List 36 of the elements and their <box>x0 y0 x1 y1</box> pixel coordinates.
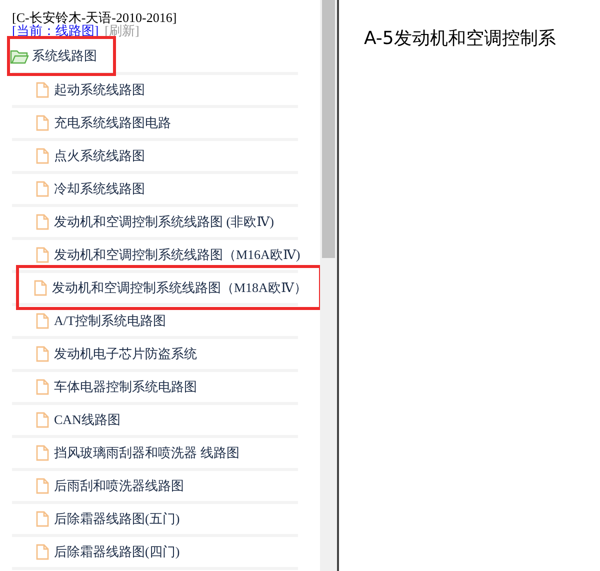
folder-icon <box>10 48 29 64</box>
document-icon <box>36 445 49 461</box>
document-icon <box>34 280 47 296</box>
tree-item[interactable]: 发动机和空调控制系统线路图（M16A欧Ⅳ) <box>36 240 306 270</box>
tree-item[interactable]: 后雨刮和喷洗器线路图 <box>36 471 190 501</box>
document-icon <box>36 82 49 98</box>
tree-item[interactable]: 起动系统线路图 <box>36 75 151 105</box>
document-icon <box>36 511 49 527</box>
document-icon <box>36 247 49 263</box>
tree-item[interactable]: 车体电器控制系统电路图 <box>36 372 203 402</box>
document-icon <box>36 115 49 131</box>
scrollbar[interactable] <box>320 0 339 571</box>
document-icon <box>36 478 49 494</box>
document-icon <box>36 412 49 428</box>
diagram-title: A-5发动机和空调控制系 <box>364 27 557 50</box>
tree-folder[interactable]: 系统线路图 <box>10 39 113 73</box>
document-icon <box>36 544 49 560</box>
tree-item[interactable]: 点火系统线路图 <box>36 141 151 171</box>
tree-item[interactable]: A/T控制系统电路图 <box>36 306 172 336</box>
tree-item[interactable]: 挡风玻璃雨刮器和喷洗器 线路图 <box>36 438 246 468</box>
document-icon <box>36 313 49 329</box>
document-icon <box>36 379 49 395</box>
tree-item[interactable]: CAN线路图 <box>36 405 126 435</box>
tree-item[interactable]: 后除霜器线路图(四门) <box>36 537 186 567</box>
scrollbar-thumb[interactable] <box>322 0 335 258</box>
tree-item[interactable]: 发动机电子芯片防盗系统 <box>36 339 203 369</box>
tree-item[interactable]: 充电系统线路图电路 <box>36 108 177 138</box>
car-model-title: [C-长安铃木-天语-2010-2016] <box>12 11 178 24</box>
tree-item[interactable]: 后除霜器线路图(五门) <box>36 504 186 534</box>
document-icon <box>36 346 49 362</box>
document-icon <box>36 148 49 164</box>
document-icon <box>36 181 49 197</box>
tree-item[interactable]: 冷却系统线路图 <box>36 174 151 204</box>
tree-item[interactable]: 发动机和空调控制系统线路图（M18A欧Ⅳ） <box>19 268 319 307</box>
tree-item[interactable]: 发动机和空调控制系统线路图 (非欧Ⅳ) <box>36 207 280 237</box>
document-icon <box>36 214 49 230</box>
